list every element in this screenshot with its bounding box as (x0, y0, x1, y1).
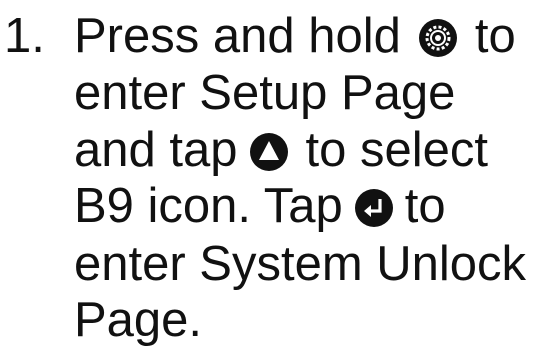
instruction-text: enter System Unlock (74, 237, 527, 291)
instruction-line-6: Page. (74, 292, 202, 348)
instruction-text: to select (305, 123, 488, 177)
instruction-text: Page. (74, 293, 203, 347)
instruction-line-3: and tap to select (74, 122, 488, 178)
instruction-step: 1. Press and hold to enter Setup Page an… (0, 0, 537, 347)
up-arrow-button-icon (249, 133, 288, 171)
instruction-text: and tap (74, 123, 238, 177)
instruction-text: Press and hold (74, 9, 401, 63)
instruction-text: to (474, 9, 516, 63)
gear-button-icon (418, 19, 457, 57)
instruction-text: to (404, 179, 446, 233)
enter-return-button-icon (354, 189, 393, 227)
instruction-text: B9 icon. Tap (74, 179, 343, 233)
instruction-line-5: enter System Unlock (74, 236, 526, 292)
instruction-line-2: enter Setup Page (74, 65, 455, 121)
instruction-text: enter Setup Page (74, 66, 456, 120)
instruction-line-1: Press and hold to (74, 8, 516, 64)
step-number: 1. (4, 9, 45, 63)
instruction-line-4: B9 icon. Tap to (74, 178, 446, 234)
